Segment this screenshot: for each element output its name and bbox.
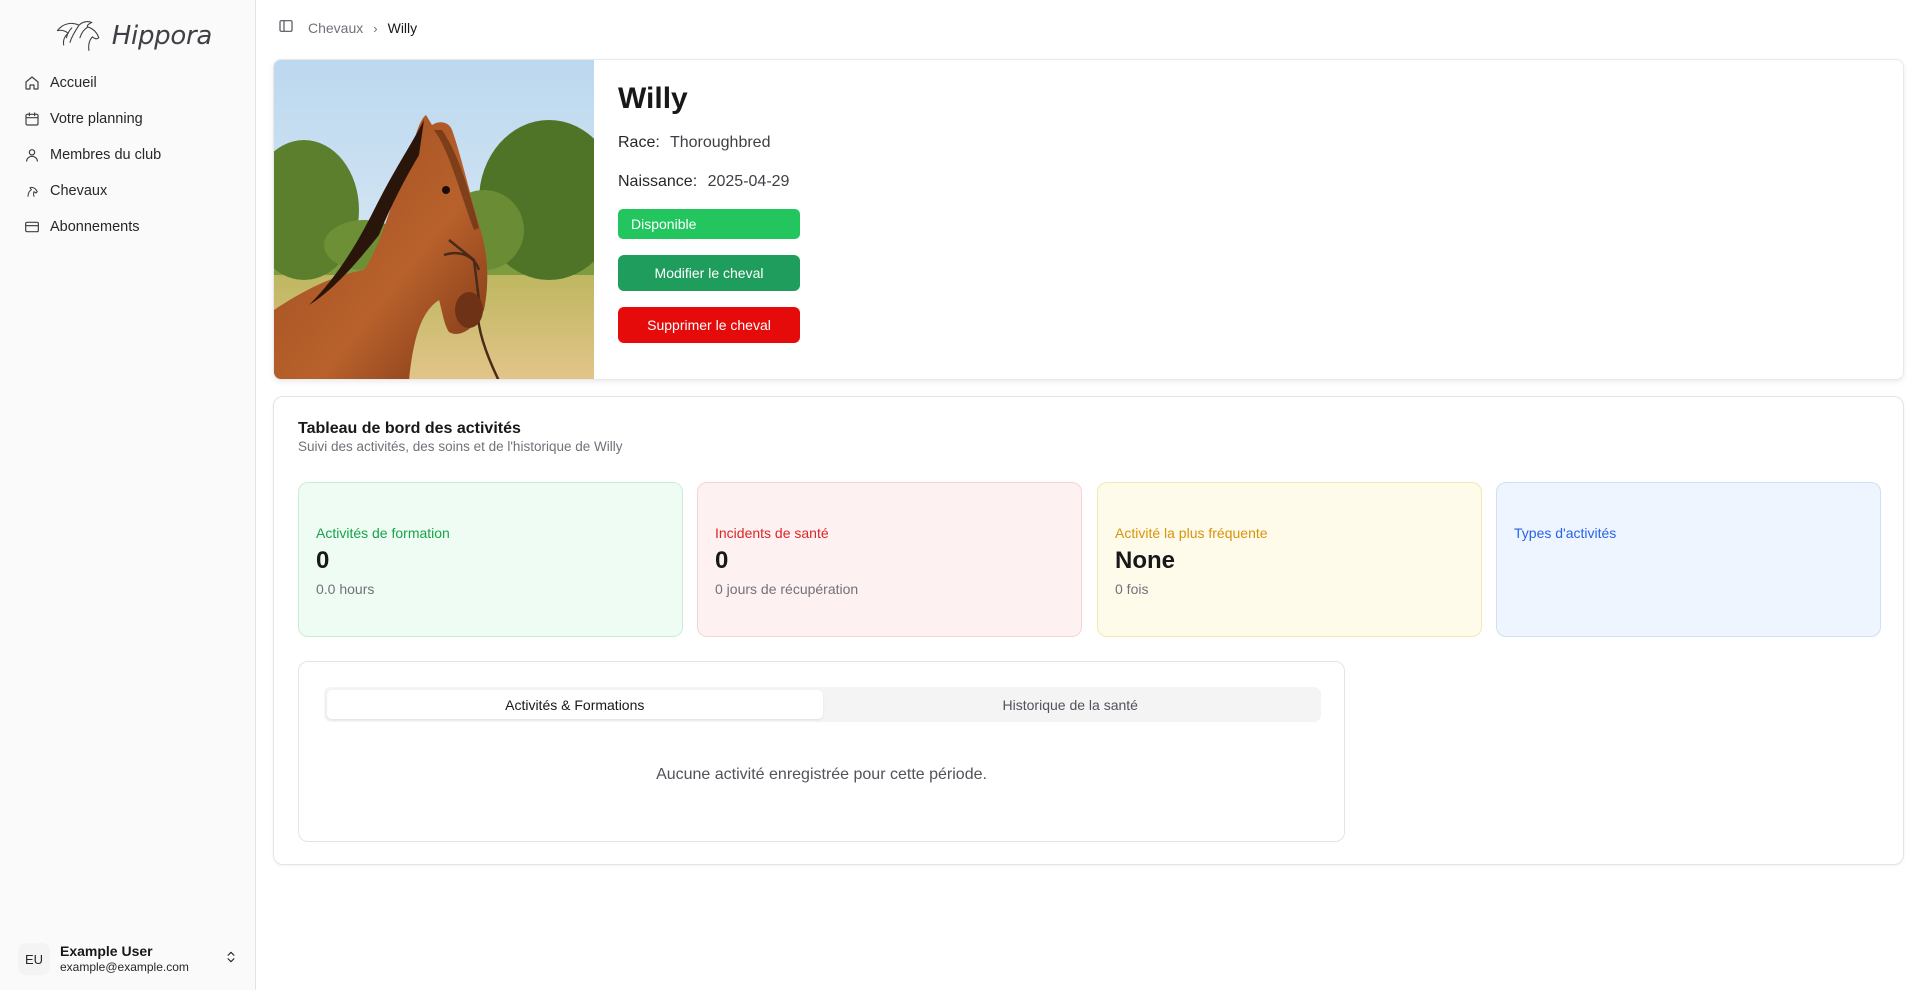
horse-name: Willy [618,82,688,115]
birth-label: Naissance: [618,173,698,190]
stat-note: 0 jours de récupération [715,581,859,597]
user-name: Example User [60,943,153,960]
stat-value: 0 [316,547,330,574]
dashboard-subtitle: Suivi des activités, des soins et de l'h… [298,439,623,454]
empty-state-text: Aucune activité enregistrée pour cette p… [656,766,987,783]
user-email: example@example.com [60,960,189,975]
stat-label: Incidents de santé [715,525,829,541]
sidebar-item-planning[interactable]: Votre planning [16,101,240,137]
race-label: Race: [618,134,660,151]
status-badge: Disponible [618,209,800,239]
sidebar-toggle-icon[interactable] [278,18,294,39]
dashboard-title: Tableau de bord des activités [298,420,521,437]
stat-card-types: Types d'activités [1496,482,1881,637]
horse-photo [274,60,594,379]
stat-value: None [1115,547,1175,574]
header: Chevaux › Willy [256,0,1920,56]
calendar-icon [25,112,39,126]
sidebar-item-chevaux[interactable]: Chevaux [16,173,240,209]
stat-note: 0 fois [1115,581,1149,597]
user-menu[interactable]: EU Example User example@example.com [12,936,244,982]
stat-label: Activité la plus fréquente [1115,525,1268,541]
activity-panel: Activités & Formations Historique de la … [298,661,1345,842]
tab-list: Activités & Formations Historique de la … [324,687,1321,722]
sidebar: Hippora Accueil Votre planning Membres d… [0,0,256,990]
sidebar-item-accueil[interactable]: Accueil [16,65,240,101]
edit-horse-button[interactable]: Modifier le cheval [618,255,800,291]
app-name: Hippora [111,21,213,51]
sidebar-item-label: Membres du club [50,147,162,163]
sidebar-item-label: Votre planning [50,111,143,127]
horse-details: Willy Race: Thoroughbred Naissance: 2025… [594,60,824,379]
breadcrumb: Chevaux › Willy [308,20,417,36]
user-icon [26,149,38,162]
stat-value: 0 [715,547,729,574]
horse-icon [27,186,38,197]
chevrons-up-down-icon[interactable] [224,950,238,969]
sidebar-item-label: Accueil [50,75,97,91]
horse-card: Willy Race: Thoroughbred Naissance: 2025… [273,59,1904,380]
breadcrumb-separator-icon: › [373,20,378,36]
tab-health-history[interactable]: Historique de la santé [823,690,1319,719]
stat-label: Types d'activités [1514,525,1617,541]
tab-activities[interactable]: Activités & Formations [327,690,823,719]
stat-label: Activités de formation [316,525,450,541]
sidebar-item-label: Abonnements [50,219,140,235]
stat-card-training: Activités de formation 0 0.0 hours [298,482,683,637]
sidebar-item-abonnements[interactable]: Abonnements [16,209,240,245]
avatar: EU [18,943,50,975]
breadcrumb-chevaux[interactable]: Chevaux [308,20,363,36]
delete-horse-button[interactable]: Supprimer le cheval [618,307,800,343]
breadcrumb-current: Willy [387,20,418,36]
sidebar-nav: Accueil Votre planning Membres du club C… [16,65,240,245]
stat-card-frequent: Activité la plus fréquente None 0 fois [1097,482,1482,637]
sidebar-item-membres[interactable]: Membres du club [16,137,240,173]
stat-card-health: Incidents de santé 0 0 jours de récupéra… [697,482,1082,637]
user-info: Example User example@example.com [60,943,214,974]
stat-note: 0.0 hours [316,581,375,597]
birth-value: 2025-04-29 [707,173,790,190]
horse-logo-icon [56,21,100,51]
home-icon [25,76,39,90]
race-value: Thoroughbred [669,134,771,151]
sidebar-item-label: Chevaux [50,183,108,199]
activity-dashboard: Tableau de bord des activités Suivi des … [273,396,1904,865]
birth-row: Naissance: 2025-04-29 [618,173,800,191]
credit-card-icon [25,221,39,233]
race-row: Race: Thoroughbred [618,134,800,152]
app-logo[interactable]: Hippora [52,16,212,56]
